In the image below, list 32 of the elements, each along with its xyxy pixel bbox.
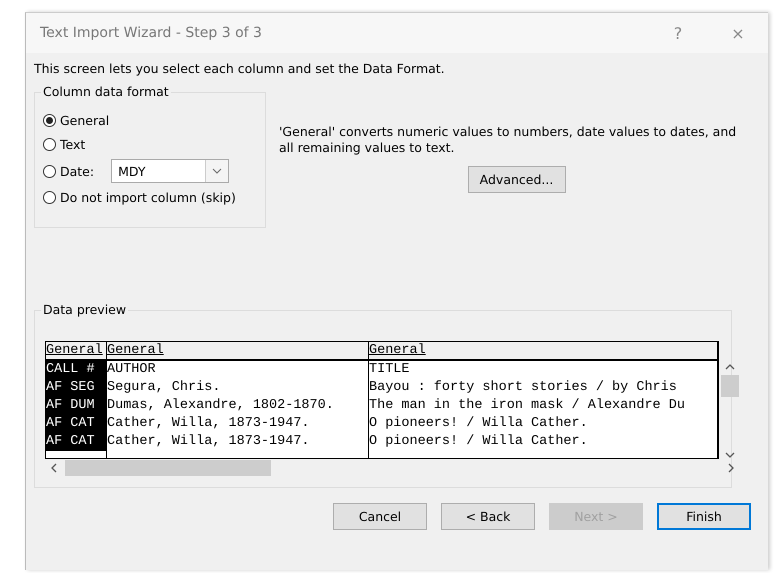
advanced-button[interactable]: Advanced... [468,166,566,193]
table-cell: AF DUM [46,397,106,415]
table-cell: CALL # [46,361,106,379]
radio-button[interactable] [43,114,56,127]
preview-column[interactable]: General AUTHOR Segura, Chris. Dumas, Alexandre, 1802-1870. Cather, Willa, 1873-1947. Cather, Willa, 1873-1947. [107,342,369,458]
radio-button[interactable] [43,191,56,204]
radio-option[interactable]: General [43,111,110,130]
table-cell: AF CAT [46,433,106,451]
dialog-button[interactable]: Finish [657,503,751,530]
window-title: Text Import Wizard - Step 3 of 3 [40,25,263,41]
table-cell: AF CAT [46,415,106,433]
radio-option[interactable]: Text [43,135,86,154]
date-format-dropdown[interactable]: MDY [111,159,230,183]
dialog-button[interactable]: < Back [441,503,535,530]
radio-option[interactable]: Date: [43,162,94,180]
scroll-thumb[interactable] [720,375,739,397]
table-cell: AF SEG [46,379,106,397]
radio-option[interactable]: Do not import column (skip) [43,188,236,207]
column-header[interactable]: General [369,342,718,361]
description-text: 'General' converts numeric values to numbers, date values to dates, and all remaining values to text. [279,124,738,156]
radio-button[interactable] [43,164,56,178]
scroll-thumb[interactable] [65,460,271,476]
preview-column[interactable]: General CALL # AF SEG AF DUM AF CAT AF CAT [46,342,107,458]
chevron-down-icon[interactable] [212,168,222,174]
dialog-button[interactable]: Cancel [333,503,427,530]
radio-button[interactable] [43,138,56,151]
column-header[interactable]: General [46,342,106,361]
group-title: Column data format [41,84,171,99]
instruction-text: This screen lets you select each column and set the Data Format. [34,61,446,76]
preview-column[interactable]: General TITLE Bayou : forty short stories / by Chris The man in the iron mask / Alexandre Du O pioneers! / Willa Cather. O pioneers! / Willa Cather. [369,342,718,458]
group-title: Data preview [41,302,128,317]
column-header[interactable]: General [107,342,368,361]
